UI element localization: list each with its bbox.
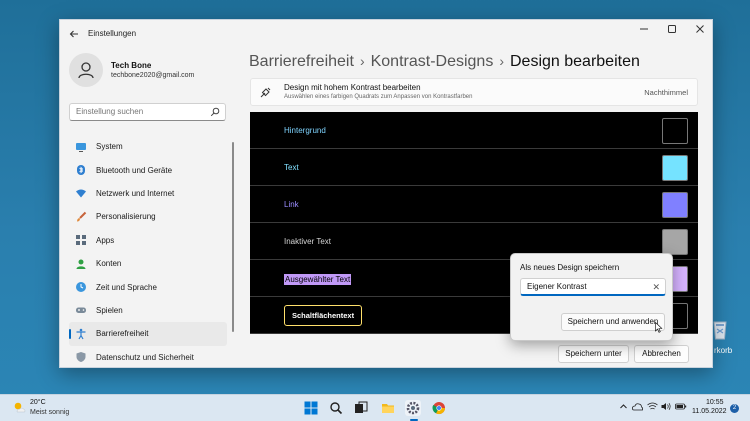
edit-theme-header: Design mit hohem Kontrast bearbeiten Aus…	[250, 78, 698, 106]
user-email: techbone2020@gmail.com	[111, 72, 195, 79]
theme-name-field[interactable]: ✕	[520, 278, 666, 296]
weather-description[interactable]: Meist sonnig	[30, 409, 69, 416]
avatar[interactable]	[69, 53, 103, 87]
sidebar-scrollbar[interactable]	[232, 142, 234, 332]
task-view-icon[interactable]	[353, 400, 369, 416]
user-name: Tech Bone	[111, 61, 152, 70]
brush-icon	[75, 211, 87, 223]
cancel-button[interactable]: Abbrechen	[634, 345, 689, 363]
breadcrumb-item-contrast-themes[interactable]: Kontrast-Designs	[371, 53, 494, 70]
sidebar-item-system[interactable]: System	[69, 135, 227, 158]
color-row-label: Inaktiver Text	[284, 237, 331, 246]
breadcrumb: Barrierefreiheit › Kontrast-Designs › Design…	[249, 53, 640, 71]
onedrive-cloud-icon[interactable]	[632, 402, 644, 413]
save-and-apply-button[interactable]: Speichern und anwenden	[561, 313, 665, 331]
sidebar-item-label: Zeit und Sprache	[96, 282, 157, 292]
breadcrumb-item-accessibility[interactable]: Barrierefreiheit	[249, 53, 354, 70]
sidebar-item-label: Apps	[96, 235, 115, 245]
person-icon	[75, 258, 87, 270]
taskbar: 20°C Meist sonnig 10:55 11.05.2022 2	[0, 394, 750, 421]
breadcrumb-separator: ›	[499, 53, 504, 69]
sidebar-item-label: Netzwerk und Internet	[96, 188, 175, 198]
color-row-text: Text	[250, 149, 698, 186]
globe-clock-icon	[75, 281, 87, 293]
save-as-popup: Als neues Design speichern ✕ Speichern u…	[510, 253, 673, 341]
clock-date[interactable]: 11.05.2022	[692, 408, 727, 415]
color-row-label: Ausgewählter Text	[284, 274, 352, 285]
edit-theme-title: Design mit hohem Kontrast bearbeiten	[284, 83, 421, 92]
search-box[interactable]	[69, 103, 226, 121]
theme-name-input[interactable]	[527, 282, 647, 291]
wifi-icon	[75, 187, 87, 199]
color-swatch-inactive-text[interactable]	[662, 229, 688, 255]
sidebar-item-time-language[interactable]: Zeit und Sprache	[69, 275, 227, 298]
sidebar-item-label: Datenschutz und Sicherheit	[96, 352, 194, 362]
file-explorer-icon[interactable]	[380, 400, 396, 416]
search-icon[interactable]	[210, 107, 220, 117]
app-title: Einstellungen	[88, 29, 137, 38]
weather-temperature[interactable]: 20°C	[30, 399, 46, 406]
apps-icon	[75, 234, 87, 246]
minimize-button[interactable]	[630, 24, 658, 40]
person-icon	[78, 62, 94, 79]
sidebar-item-label: Personalisierung	[96, 212, 156, 222]
sidebar-item-accessibility[interactable]: Barrierefreiheit	[69, 322, 227, 346]
sidebar-item-bluetooth[interactable]: Bluetooth und Geräte	[69, 158, 227, 181]
battery-icon[interactable]	[675, 402, 687, 413]
page-title: Design bearbeiten	[510, 53, 640, 70]
search-input[interactable]	[76, 107, 206, 116]
sidebar-nav: System Bluetooth und Geräte Netzwerk und…	[69, 135, 227, 367]
windows-start-icon[interactable]	[303, 400, 319, 416]
color-row-background: Hintergrund	[250, 112, 698, 149]
search-icon[interactable]	[328, 400, 344, 416]
monitor-icon	[75, 141, 87, 153]
sidebar-item-personalization[interactable]: Personalisierung	[69, 205, 227, 228]
edit-theme-subtitle: Auswählen eines farbigen Quadrats zum An…	[284, 94, 473, 100]
sidebar-item-privacy[interactable]: Datenschutz und Sicherheit	[69, 346, 227, 367]
volume-icon[interactable]	[661, 402, 672, 413]
mouse-cursor-icon	[655, 322, 663, 333]
sidebar-item-gaming[interactable]: Spielen	[69, 299, 227, 322]
settings-gear-icon[interactable]	[405, 400, 421, 416]
chrome-icon[interactable]	[431, 400, 447, 416]
color-row-label: Schaltflächentext	[284, 305, 363, 326]
bluetooth-icon	[75, 164, 87, 176]
shield-icon	[75, 351, 87, 363]
recycle-bin-label: rkorb	[714, 346, 733, 355]
color-swatch-background[interactable]	[662, 118, 688, 144]
weather-sun-icon[interactable]	[12, 400, 26, 414]
sidebar-item-label: Spielen	[96, 305, 123, 315]
color-row-link: Link	[250, 186, 698, 223]
color-row-label: Link	[284, 200, 299, 209]
color-row-label: Hintergrund	[284, 126, 326, 135]
color-swatch-link[interactable]	[662, 192, 688, 218]
sidebar-item-label: Bluetooth und Geräte	[96, 165, 173, 175]
notification-badge[interactable]: 2	[730, 404, 739, 413]
accessibility-icon	[75, 328, 87, 340]
active-indicator	[69, 329, 71, 340]
show-hidden-icons-icon[interactable]	[619, 402, 628, 413]
sidebar-item-network[interactable]: Netzwerk und Internet	[69, 182, 227, 205]
maximize-button[interactable]	[658, 24, 686, 40]
clock-time[interactable]: 10:55	[706, 399, 724, 406]
sidebar-item-accounts[interactable]: Konten	[69, 252, 227, 275]
clear-icon[interactable]: ✕	[652, 282, 660, 293]
edit-brush-icon	[260, 87, 271, 98]
title-bar: Einstellungen	[60, 20, 712, 47]
back-arrow-icon[interactable]	[68, 28, 80, 40]
breadcrumb-separator: ›	[359, 53, 365, 69]
sidebar-item-label: Barrierefreiheit	[96, 329, 149, 339]
color-row-label: Text	[284, 163, 299, 172]
theme-name: Nachthimmel	[644, 88, 688, 97]
save-as-button[interactable]: Speichern unter	[558, 345, 629, 363]
wifi-icon[interactable]	[647, 402, 658, 413]
close-button[interactable]	[686, 24, 712, 40]
sidebar-item-apps[interactable]: Apps	[69, 229, 227, 252]
sidebar-item-label: System	[96, 142, 123, 152]
popup-title: Als neues Design speichern	[520, 263, 620, 272]
sidebar-item-label: Konten	[96, 259, 122, 269]
gamepad-icon	[75, 304, 87, 316]
color-swatch-text[interactable]	[662, 155, 688, 181]
